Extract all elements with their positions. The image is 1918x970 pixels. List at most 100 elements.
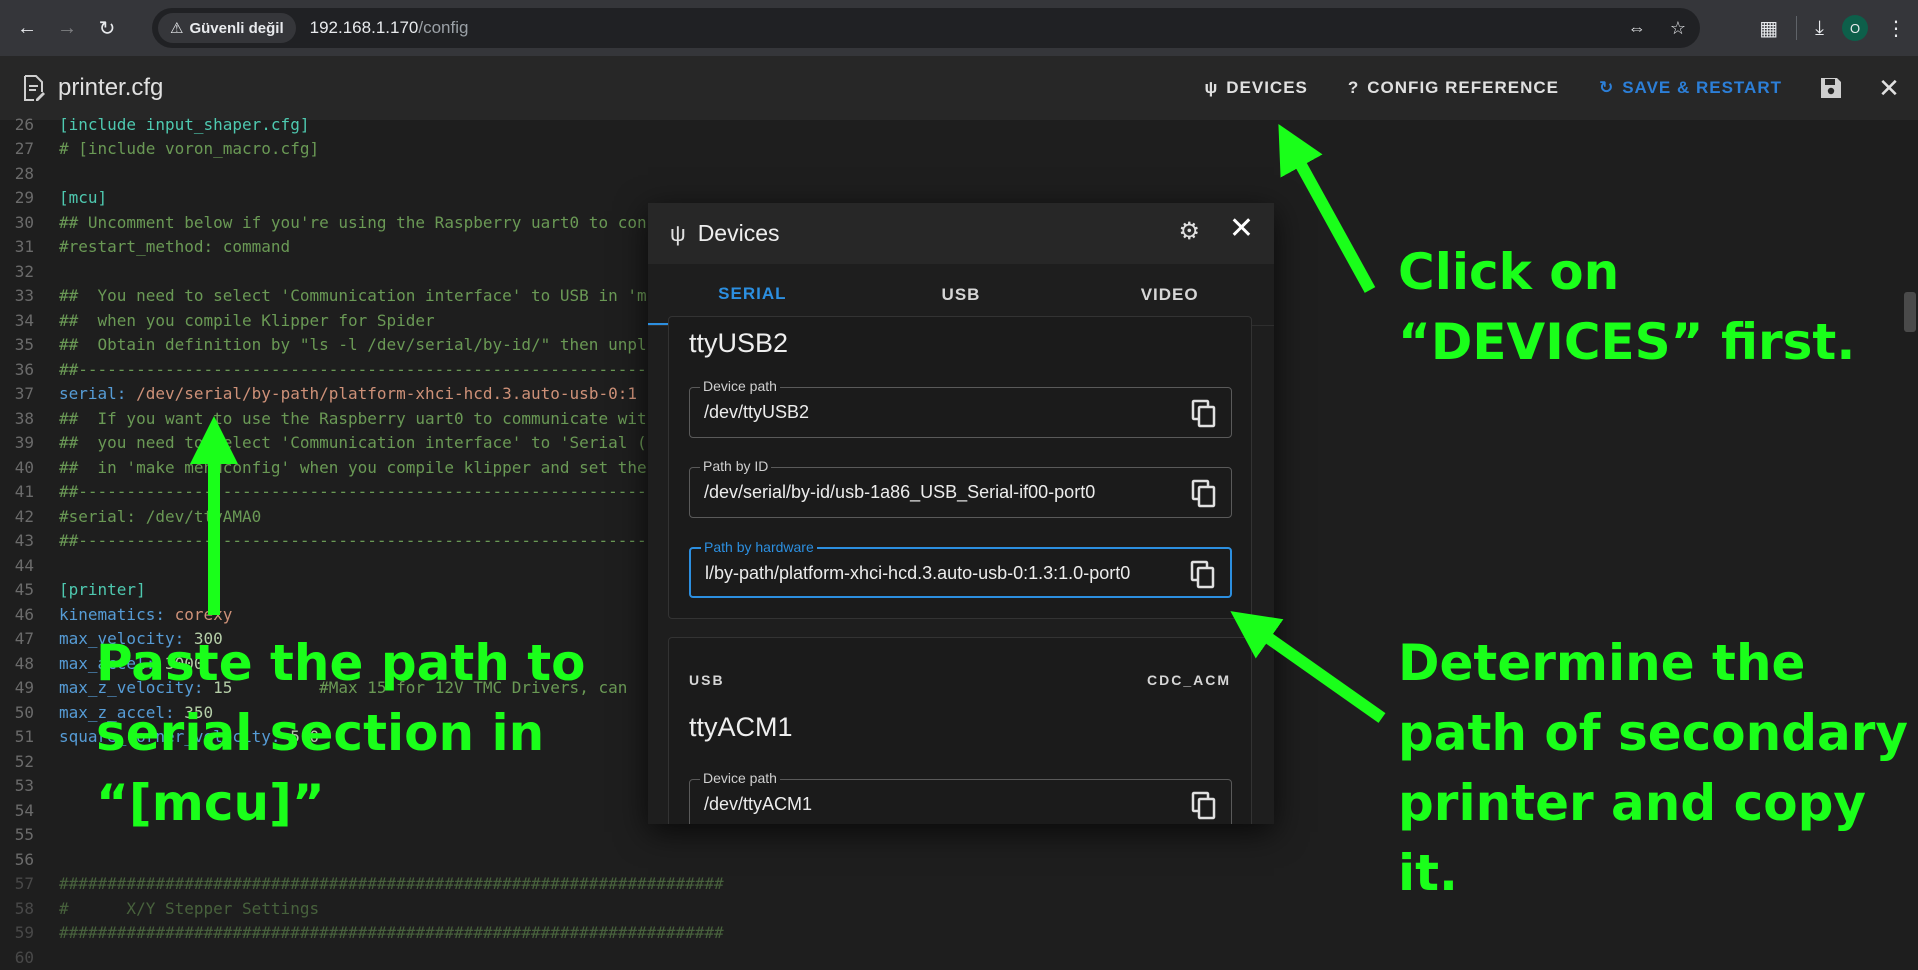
device-card: USB CDC_ACM ttyACM1 Device path /dev/tty… — [668, 637, 1252, 824]
config-reference-button[interactable]: ? CONFIG REFERENCE — [1328, 56, 1579, 120]
translate-icon[interactable]: ⇔ — [1628, 18, 1646, 39]
path-by-hardware-field[interactable]: Path by hardware l/by-path/platform-xhci… — [689, 539, 1232, 598]
line-number: 53 — [14, 776, 34, 796]
device-name: ttyUSB2 — [689, 328, 789, 358]
code-line[interactable]: 32 — [0, 259, 59, 284]
code-line[interactable]: 57 ######################################… — [0, 872, 724, 897]
reload-icon[interactable]: ↻ — [90, 11, 124, 45]
line-number: 54 — [14, 800, 34, 820]
line-number: 36 — [14, 359, 34, 379]
gear-icon[interactable]: ⚙ — [1178, 217, 1200, 246]
security-chip[interactable]: ⚠ Güvenli değil — [158, 13, 296, 43]
code-line[interactable]: 29 [mcu] — [0, 186, 107, 211]
copy-icon[interactable] — [1190, 559, 1216, 589]
device-driver: CDC_ACM — [1147, 672, 1231, 688]
code-line[interactable]: 53 — [0, 774, 59, 799]
annotation-devices: Click on “DEVICES” first. — [1398, 237, 1855, 377]
code-line[interactable]: 55 — [0, 823, 59, 848]
menu-dots-icon[interactable]: ⋮ — [1886, 16, 1906, 41]
code-line[interactable]: 46 kinematics: corexy — [0, 602, 233, 627]
close-editor-button[interactable]: ✕ — [1860, 56, 1918, 120]
code-line[interactable]: 39 ## you need to select 'Communication i… — [0, 431, 647, 456]
code-line[interactable]: 35 ## Obtain definition by "ls -l /dev/se… — [0, 333, 647, 358]
back-icon[interactable]: ← — [10, 11, 44, 45]
line-number: 28 — [14, 163, 34, 183]
device-path-field[interactable]: Device path /dev/ttyUSB2 — [689, 378, 1232, 438]
address-bar[interactable]: ⚠ Güvenli değil 192.168.1.170/config ⇔ ☆ — [152, 8, 1700, 48]
copy-icon[interactable] — [1191, 478, 1217, 508]
code-line[interactable]: 26 [include input_shaper.cfg] — [0, 112, 310, 137]
line-text: ## when you compile Klipper for Spider — [59, 310, 435, 330]
line-text: kinematics: corexy — [59, 605, 232, 624]
line-text: ########################################… — [59, 874, 724, 894]
help-icon: ? — [1347, 78, 1360, 97]
extensions-icon[interactable]: ▦ — [1759, 16, 1778, 41]
line-number: 38 — [14, 408, 34, 428]
forward-icon[interactable]: → — [50, 11, 84, 45]
save-icon — [1821, 78, 1841, 98]
line-text: ## you need to select 'Communication int… — [59, 433, 647, 453]
close-icon: ✕ — [1878, 72, 1900, 103]
code-line[interactable]: 42 #serial: /dev/ttyAMA0 — [0, 504, 262, 529]
line-number: 48 — [14, 653, 34, 673]
bookmark-star-icon[interactable]: ☆ — [1670, 18, 1686, 39]
code-line[interactable]: 36 ##------------------------------------… — [0, 357, 676, 382]
scrollbar-thumb[interactable] — [1904, 292, 1916, 332]
code-line[interactable]: 27 # [include voron_macro.cfg] — [0, 137, 319, 162]
code-line[interactable]: 41 ##------------------------------------… — [0, 480, 676, 505]
field-label: Device path — [700, 378, 780, 394]
line-number: 49 — [14, 678, 34, 698]
line-number: 43 — [14, 531, 34, 551]
code-line[interactable]: 58 # X/Y Stepper Settings — [0, 896, 319, 921]
devices-button[interactable]: ψ DEVICES — [1184, 56, 1327, 120]
code-line[interactable]: 40 ## in 'make menuconfig' when you compi… — [0, 455, 647, 480]
device-name: ttyACM1 — [689, 712, 793, 742]
copy-icon[interactable] — [1191, 398, 1217, 428]
code-line[interactable]: 60 — [0, 945, 59, 970]
line-number: 44 — [14, 555, 34, 575]
code-line[interactable]: 59 ######################################… — [0, 921, 724, 946]
code-line[interactable]: 52 — [0, 749, 59, 774]
usb-icon: ψ — [1204, 78, 1219, 97]
code-line[interactable]: 34 ## when you compile Klipper for Spider — [0, 308, 435, 333]
devices-dialog: ψ Devices ⚙ ✕ SERIAL USB VIDEO ttyUSB2 D… — [648, 203, 1274, 824]
line-number: 55 — [14, 825, 34, 845]
code-line[interactable]: 44 — [0, 553, 59, 578]
annotation-line: Click on — [1398, 243, 1620, 301]
code-line[interactable]: 28 — [0, 161, 59, 186]
code-line[interactable]: 37 serial: /dev/serial/by-path/platform-x… — [0, 382, 637, 407]
copy-icon[interactable] — [1191, 790, 1217, 820]
line-text: ## If you want to use the Raspberry uart… — [59, 408, 647, 428]
code-line[interactable]: 43 ##------------------------------------… — [0, 529, 676, 554]
config-value: /dev/serial/by-path/platform-xhci-hcd.3.… — [126, 384, 637, 404]
line-number: 32 — [14, 261, 34, 281]
line-number: 45 — [14, 580, 34, 600]
code-line[interactable]: 33 ## You need to select 'Communication i… — [0, 284, 647, 309]
code-line[interactable]: 45 [printer] — [0, 578, 146, 603]
line-number: 52 — [14, 751, 34, 771]
divider — [1796, 16, 1798, 40]
code-line[interactable]: 30 ## Uncomment below if you're using the… — [0, 210, 647, 235]
annotation-line: Paste the path to — [96, 634, 586, 692]
line-text: ########################################… — [59, 923, 724, 943]
code-line[interactable]: 54 — [0, 798, 59, 823]
device-path-field[interactable]: Device path /dev/ttyACM1 — [689, 770, 1232, 824]
download-icon[interactable]: ⤓ — [1815, 17, 1824, 40]
save-button[interactable] — [1802, 56, 1860, 120]
line-text: ##--------------------------------------… — [59, 482, 676, 502]
code-line[interactable]: 56 — [0, 847, 59, 872]
field-label: Device path — [700, 770, 780, 786]
path-by-id-field[interactable]: Path by ID /dev/serial/by-id/usb-1a86_US… — [689, 458, 1232, 518]
line-number: 58 — [14, 898, 34, 918]
close-icon[interactable]: ✕ — [1229, 211, 1254, 246]
save-restart-button[interactable]: ↻ SAVE & RESTART — [1579, 56, 1802, 120]
security-label: Güvenli değil — [189, 19, 284, 37]
code-line[interactable]: 31 #restart_method: command — [0, 235, 290, 260]
profile-avatar[interactable]: O — [1842, 15, 1868, 41]
line-text: #restart_method: command — [59, 237, 291, 257]
url-text[interactable]: 192.168.1.170/config — [310, 18, 469, 38]
line-text: #serial: /dev/ttyAMA0 — [59, 506, 262, 526]
code-line[interactable]: 38 ## If you want to use the Raspberry ua… — [0, 406, 647, 431]
annotation-copy: Determine the path of secondary printer … — [1398, 628, 1918, 908]
field-value: /dev/ttyUSB2 — [704, 402, 810, 422]
